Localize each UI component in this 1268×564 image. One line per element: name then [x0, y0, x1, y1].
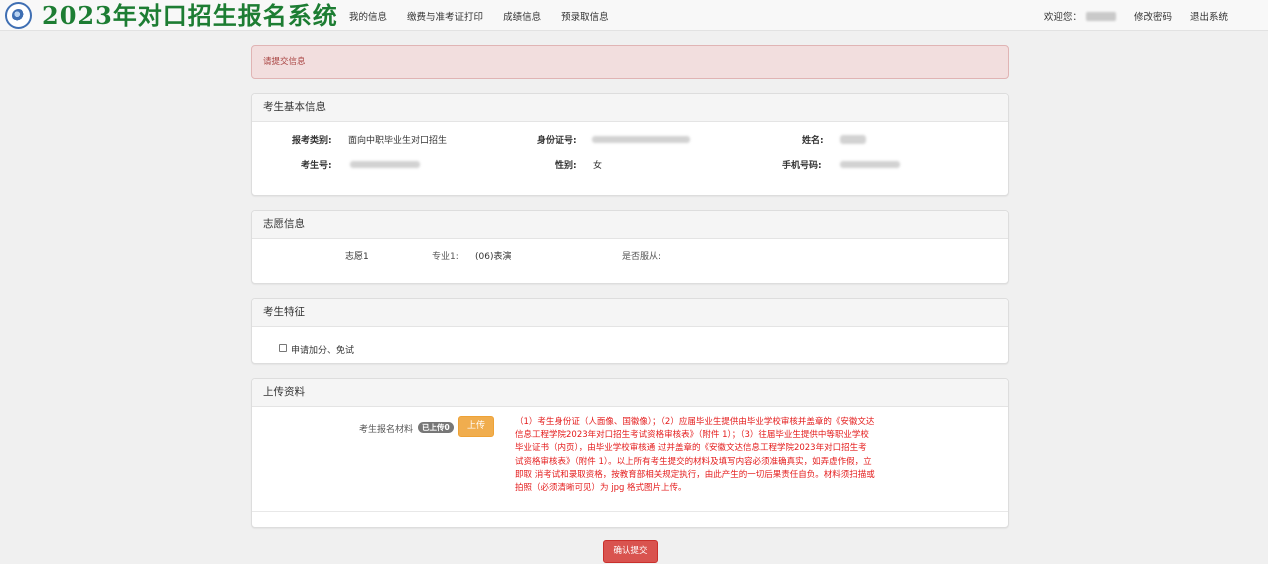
obey-label: 是否服从: [622, 252, 662, 262]
bonus-exemption-label[interactable]: 申请加分、免试 [291, 343, 354, 356]
uploaded-count-badge: 已上传0 [418, 422, 454, 433]
user-nav: 欢迎您： 修改密码 退出系统 [1044, 9, 1228, 23]
main-nav: 我的信息 缴费与准考证打印 成绩信息 预录取信息 [349, 9, 626, 23]
panel-heading: 考生基本信息 [252, 94, 1008, 122]
change-password-link[interactable]: 修改密码 [1134, 9, 1172, 23]
id-number-redacted [592, 136, 690, 143]
nav-payment-admission[interactable]: 缴费与准考证打印 [407, 9, 483, 23]
top-navbar: 2023年对口招生报名系统 我的信息 缴费与准考证打印 成绩信息 预录取信息 欢… [0, 0, 1268, 31]
main-container: 请提交信息 考生基本信息 报考类别: 面向中职毕业生对口招生 身份证号: 姓名:… [251, 45, 1009, 542]
divider [252, 511, 1008, 512]
phone-redacted [840, 161, 900, 168]
school-logo-icon [5, 2, 32, 29]
major-label: 专业1: [432, 252, 459, 262]
name-redacted [840, 135, 866, 144]
alert-message: 请提交信息 [251, 45, 1009, 79]
material-label: 考生报名材料 [359, 425, 414, 435]
exam-number-redacted [350, 161, 420, 168]
features-panel: 考生特征 申请加分、免试 [251, 298, 1009, 364]
nav-scores[interactable]: 成绩信息 [503, 9, 541, 23]
category-label: 报考类别: [292, 136, 332, 146]
panel-heading: 上传资料 [252, 379, 1008, 407]
major-value: (06)表演 [475, 252, 512, 262]
name-label: 姓名: [802, 136, 824, 146]
nav-my-info[interactable]: 我的信息 [349, 9, 387, 23]
preference-choice-label: 志愿1 [345, 252, 369, 262]
logout-link[interactable]: 退出系统 [1190, 9, 1228, 23]
gender-value: 女 [593, 161, 603, 171]
phone-label: 手机号码: [782, 161, 822, 171]
upload-button[interactable]: 上传 [458, 416, 494, 437]
welcome-text: 欢迎您： [1043, 12, 1082, 23]
confirm-submit-button[interactable]: 确认提交 [603, 540, 658, 563]
app-title: 2023年对口招生报名系统 [42, 1, 338, 30]
nav-pre-admission[interactable]: 预录取信息 [561, 9, 609, 23]
upload-instructions: （1）考生身份证（人面像、国徽像）；（2）应届毕业生提供由毕业学校审核并盖章的《… [515, 417, 875, 494]
preference-panel: 志愿信息 志愿1 专业1: (06)表演 是否服从: [251, 210, 1009, 284]
panel-heading: 志愿信息 [252, 211, 1008, 239]
category-value: 面向中职毕业生对口招生 [348, 136, 448, 146]
bonus-exemption-checkbox[interactable] [279, 344, 287, 352]
panel-heading: 考生特征 [252, 299, 1008, 327]
gender-label: 性别: [555, 161, 577, 171]
id-number-label: 身份证号: [537, 136, 577, 146]
basic-info-panel: 考生基本信息 报考类别: 面向中职毕业生对口招生 身份证号: 姓名: 考生号: … [251, 93, 1009, 196]
username-redacted [1085, 11, 1116, 21]
exam-number-label: 考生号: [301, 161, 332, 171]
upload-panel: 上传资料 考生报名材料 已上传0 上传 （1）考生身份证（人面像、国徽像）；（2… [251, 378, 1009, 528]
